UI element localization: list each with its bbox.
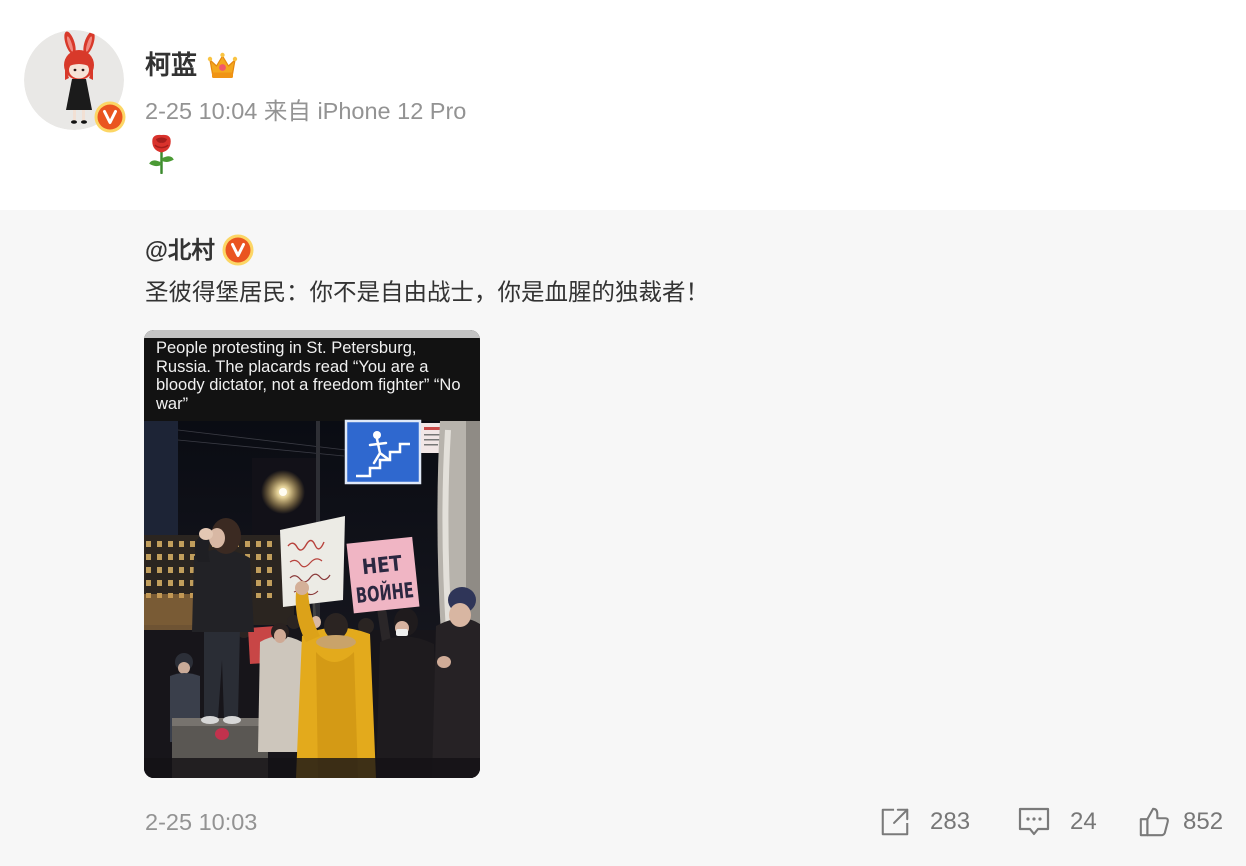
rose-icon [146, 133, 177, 175]
comment-icon [1018, 807, 1050, 836]
caption-line: war” [156, 394, 189, 413]
like-button[interactable]: 852 [1137, 804, 1237, 840]
image-caption: People protesting in St. Petersburg, Rus… [156, 339, 461, 413]
share-button[interactable]: 283 [878, 804, 978, 840]
caption-line: People protesting in St. Petersburg, [156, 339, 417, 357]
crown-icon[interactable] [207, 51, 238, 81]
post-timestamp[interactable]: 2-25 10:04 [145, 98, 257, 124]
source-device[interactable]: iPhone 12 Pro [317, 98, 466, 124]
ground [144, 758, 480, 778]
verified-v-badge-icon [94, 101, 126, 133]
share-count: 283 [930, 808, 971, 835]
share-icon [881, 808, 909, 836]
repost-author-name[interactable]: @北村 [145, 234, 215, 266]
verified-v-badge-icon [222, 234, 254, 266]
source-prefix: 来自 [263, 98, 311, 124]
doll-head [64, 50, 94, 80]
placard-line-1: НЕТ [361, 551, 404, 579]
repost-timestamp[interactable]: 2-25 10:03 [145, 806, 257, 838]
repost-text: 圣彼得堡居民：你不是自由战士，你是血腥的独裁者！ [145, 279, 709, 305]
post-image[interactable]: НЕТ ВОЙНЕ People protesting in St. Peter… [144, 330, 480, 778]
comment-button[interactable]: 24 [1017, 804, 1117, 840]
pedestrian-crossing-sign [344, 419, 422, 485]
comment-count: 24 [1070, 808, 1097, 835]
like-icon [1139, 807, 1169, 837]
like-count: 852 [1183, 808, 1224, 835]
post-meta: 2-25 10:04 来自 iPhone 12 Pro [145, 95, 466, 127]
post-header: 柯蓝 2-25 10:04 来自 iPhone 12 Pro [0, 0, 1246, 210]
caption-line: bloody dictator, not a freedom fighter” … [156, 376, 461, 395]
author-name[interactable]: 柯蓝 [145, 48, 197, 82]
caption-line: Russia. The placards read “You are a [156, 357, 429, 376]
light-coat-person [258, 623, 304, 752]
repost-panel: @北村 圣彼得堡居民：你不是自由战士，你是血腥的独裁者！ НЕТ ВОЙНЕ P… [0, 210, 1246, 866]
